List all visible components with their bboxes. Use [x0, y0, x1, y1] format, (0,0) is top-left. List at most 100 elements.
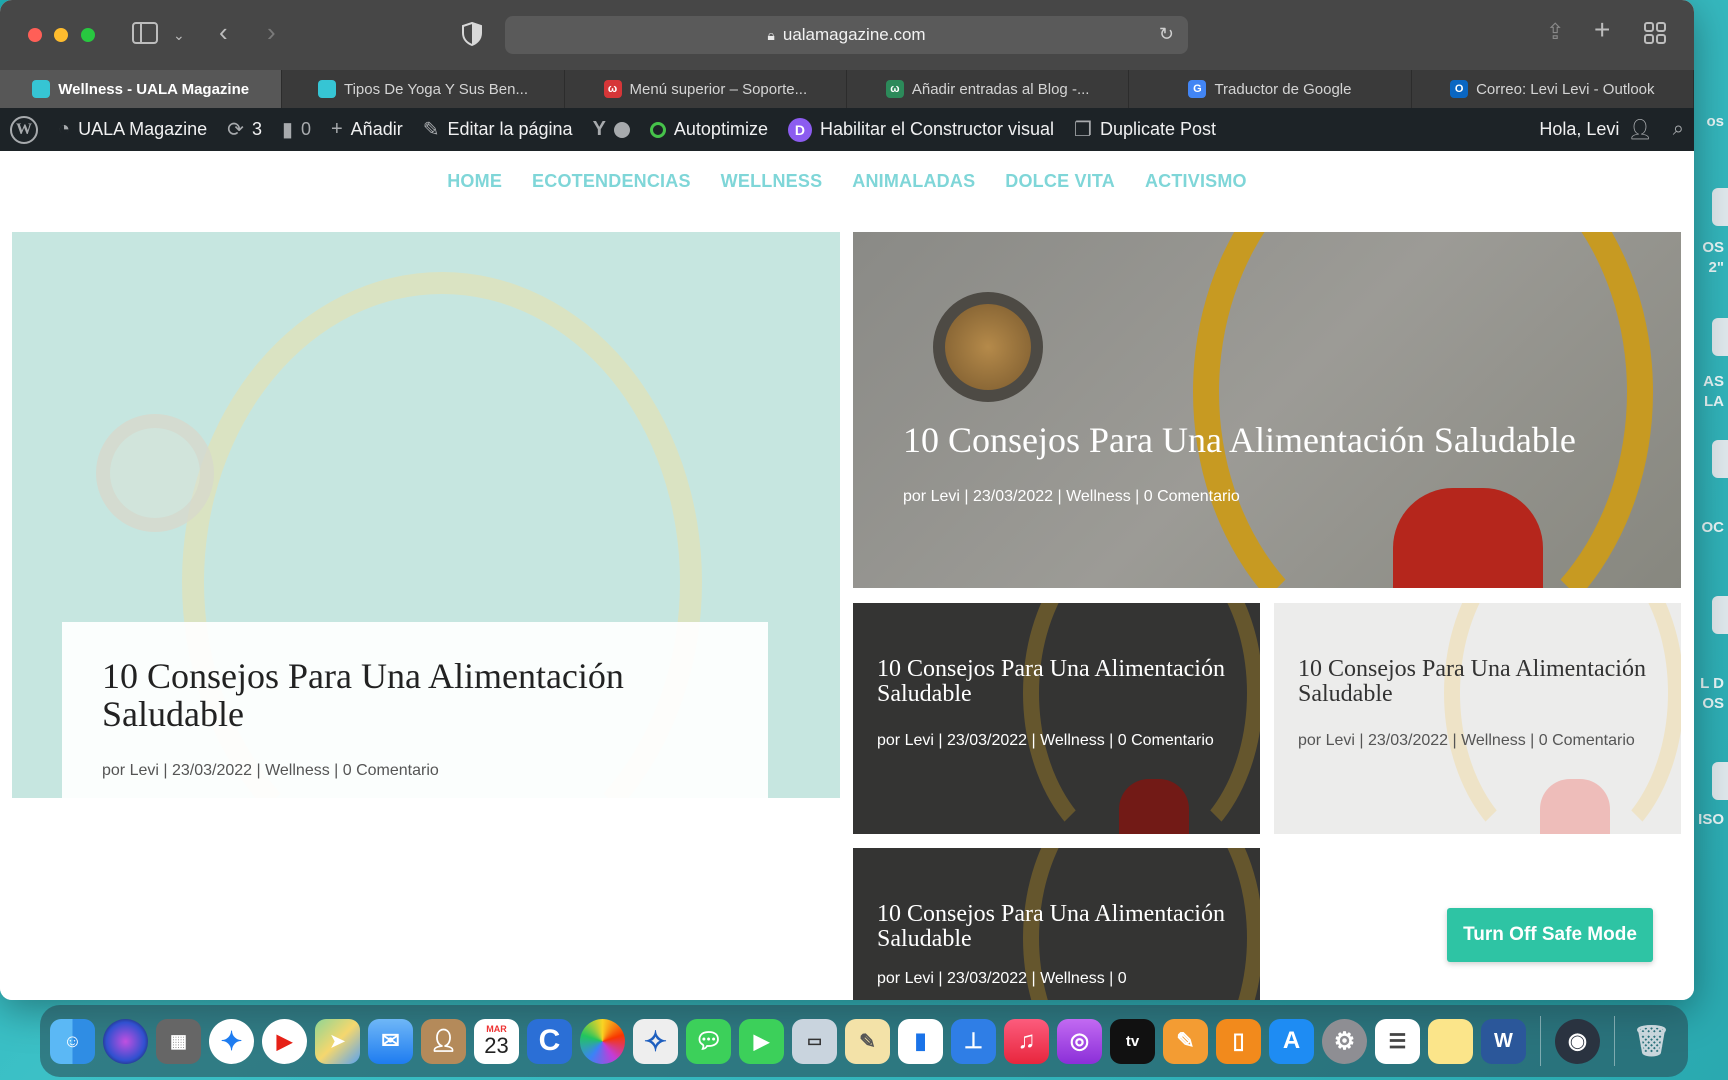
textedit-icon[interactable]: ✎ — [845, 1018, 890, 1064]
account-menu[interactable]: Hola, Levi 👤︎ — [1529, 108, 1662, 151]
minimize-window-button[interactable] — [54, 28, 68, 42]
numbers-icon[interactable]: ▮ — [898, 1018, 943, 1064]
nav-wellness[interactable]: WELLNESS — [721, 171, 823, 192]
reminders-icon[interactable]: ☰ — [1375, 1018, 1420, 1064]
tab-favicon-icon — [317, 80, 336, 98]
safari-icon[interactable]: ✦ — [209, 1018, 254, 1064]
post-card[interactable]: 10 Consejos Para Una Alimentación Saluda… — [1274, 603, 1681, 834]
seo-status-dot — [613, 121, 630, 138]
zoom-window-button[interactable] — [81, 28, 95, 42]
updates-count: 3 — [251, 119, 262, 139]
back-icon[interactable]: ‹ — [219, 19, 228, 45]
maps-icon[interactable]: ➤ — [315, 1018, 360, 1064]
finder-icon[interactable]: ☺ — [50, 1018, 95, 1064]
wp-logo-menu[interactable]: W — [0, 108, 48, 151]
comments-menu[interactable]: ▮ 0 — [272, 108, 321, 151]
notes-icon[interactable] — [1428, 1018, 1473, 1064]
new-tab-icon[interactable]: + — [1594, 16, 1610, 44]
nav-ecotendencias[interactable]: ECOTENDENCIAS — [532, 171, 691, 192]
keynote-icon[interactable]: ⊥ — [951, 1018, 996, 1064]
apple-tv-icon[interactable]: tv — [1110, 1018, 1155, 1064]
calendar-icon[interactable]: MAR 23 — [474, 1018, 519, 1064]
youtube-icon[interactable]: ▶ — [262, 1018, 307, 1064]
browser-tab[interactable]: Wellness - UALA Magazine — [0, 70, 283, 108]
word-icon[interactable]: W — [1481, 1018, 1526, 1064]
nav-activismo[interactable]: ACTIVISMO — [1145, 171, 1247, 192]
address-bar[interactable]: 🔒︎ ualamagazine.com ↻ — [505, 16, 1188, 54]
tab-bar: Wellness - UALA Magazine Tipos De Yoga Y … — [0, 70, 1694, 108]
photos-icon[interactable] — [580, 1018, 625, 1064]
testflight-icon[interactable]: ✧ — [633, 1018, 678, 1064]
featured-post-card[interactable]: 10 Consejos Para Una Alimentación Saluda… — [12, 232, 840, 798]
post-title[interactable]: 10 Consejos Para Una Alimentación Saluda… — [1298, 656, 1658, 707]
chevron-down-icon[interactable]: ⌄ — [173, 23, 185, 47]
turn-off-safe-mode-button[interactable]: Turn Off Safe Mode — [1447, 908, 1653, 962]
site-name-menu[interactable]: ◔ UALA Magazine — [48, 108, 217, 151]
desktop-label: OC — [1701, 519, 1725, 536]
lock-icon: 🔒︎ — [767, 26, 775, 43]
dock-separator — [1540, 1016, 1541, 1066]
facetime-icon[interactable]: ▶ — [739, 1018, 784, 1064]
contacts-icon[interactable]: 👤︎ — [421, 1018, 466, 1064]
tab-favicon-icon: ω — [885, 80, 904, 98]
post-title[interactable]: 10 Consejos Para Una Alimentación Saluda… — [903, 421, 1603, 460]
tab-overview-icon[interactable] — [1644, 22, 1666, 49]
post-title[interactable]: 10 Consejos Para Una Alimentación Saluda… — [877, 656, 1237, 707]
post-title[interactable]: 10 Consejos Para Una Alimentación Saluda… — [102, 657, 728, 734]
post-card[interactable]: 10 Consejos Para Una Alimentación Saluda… — [853, 848, 1260, 1000]
calendar-day: 23 — [484, 1033, 509, 1058]
visual-builder-link[interactable]: D Habilitar el Constructor visual — [778, 108, 1064, 151]
browser-tab[interactable]: G Traductor de Google — [1129, 70, 1412, 108]
desktop-file-icon[interactable] — [1712, 318, 1728, 356]
edit-page-link[interactable]: ✎ Editar la página — [413, 108, 583, 151]
yoast-menu[interactable]: Y — [583, 108, 640, 151]
browser-tab[interactable]: ω Menú superior – Soporte... — [565, 70, 847, 108]
messages-icon[interactable]: 💬︎ — [686, 1018, 731, 1064]
trash-icon[interactable]: 🗑︎ — [1629, 1019, 1674, 1064]
post-meta: por Levi | 23/03/2022 | Wellness | 0 Com… — [102, 761, 439, 779]
post-card[interactable]: 10 Consejos Para Una Alimentación Saluda… — [853, 232, 1681, 588]
forward-icon[interactable]: › — [267, 19, 276, 45]
desktop-file-icon[interactable] — [1712, 596, 1728, 634]
browser-tab[interactable]: Tipos De Yoga Y Sus Ben... — [282, 70, 565, 108]
podcasts-icon[interactable]: ◎ — [1057, 1018, 1102, 1064]
nav-home[interactable]: HOME — [447, 171, 502, 192]
add-new-menu[interactable]: + Añadir — [321, 108, 413, 151]
updates-menu[interactable]: ⟳ 3 — [217, 108, 272, 151]
post-card[interactable]: 10 Consejos Para Una Alimentación Saluda… — [853, 603, 1260, 834]
browser-tab[interactable]: ω Añadir entradas al Blog -... — [847, 70, 1130, 108]
tab-favicon-icon: G — [1188, 80, 1207, 98]
nav-dolce-vita[interactable]: DOLCE VITA — [1005, 171, 1115, 192]
duplicate-post-label: Duplicate Post — [1099, 119, 1217, 139]
desktop-file-icon[interactable] — [1712, 762, 1728, 800]
tab-label: Añadir entradas al Blog -... — [911, 80, 1090, 98]
post-text-box: 10 Consejos Para Una Alimentación Saluda… — [877, 901, 1237, 988]
launchpad-icon[interactable]: ▦ — [156, 1018, 201, 1064]
music-icon[interactable]: ♫ — [1004, 1018, 1049, 1064]
creative-cloud-icon[interactable]: C — [527, 1018, 572, 1064]
reload-icon[interactable]: ↻ — [1159, 24, 1174, 45]
close-window-button[interactable] — [28, 28, 42, 42]
system-preferences-icon[interactable]: ⚙ — [1322, 1018, 1367, 1064]
post-text-box: 10 Consejos Para Una Alimentación Saluda… — [877, 656, 1237, 756]
pages-icon[interactable]: ✎ — [1163, 1018, 1208, 1064]
desktop-file-icon[interactable] — [1712, 440, 1728, 478]
app-store-icon[interactable]: A — [1269, 1018, 1314, 1064]
siri-icon[interactable] — [103, 1018, 148, 1064]
browser-tab[interactable]: O Correo: Levi Levi - Outlook — [1412, 70, 1694, 108]
admin-search[interactable]: ⌕ — [1663, 108, 1694, 151]
autoptimize-menu[interactable]: Autoptimize — [640, 108, 778, 151]
books-icon[interactable]: ▯ — [1216, 1018, 1261, 1064]
privacy-shield-icon[interactable] — [462, 21, 482, 51]
post-meta: por Levi | 23/03/2022 | Wellness | 0 — [877, 970, 1127, 988]
share-icon[interactable]: ⇪ — [1546, 20, 1564, 44]
preview-icon[interactable]: ▭ — [792, 1018, 837, 1064]
post-title[interactable]: 10 Consejos Para Una Alimentación Saluda… — [877, 901, 1237, 952]
sidebar-toggle-icon[interactable] — [132, 22, 158, 49]
quicktime-icon[interactable]: ◉ — [1555, 1018, 1600, 1064]
desktop-label: LA — [1704, 393, 1724, 410]
duplicate-post-link[interactable]: ❐ Duplicate Post — [1064, 108, 1226, 151]
nav-animaladas[interactable]: ANIMALADAS — [852, 171, 975, 192]
mail-icon[interactable]: ✉ — [368, 1018, 413, 1064]
desktop-file-icon[interactable] — [1712, 188, 1728, 226]
